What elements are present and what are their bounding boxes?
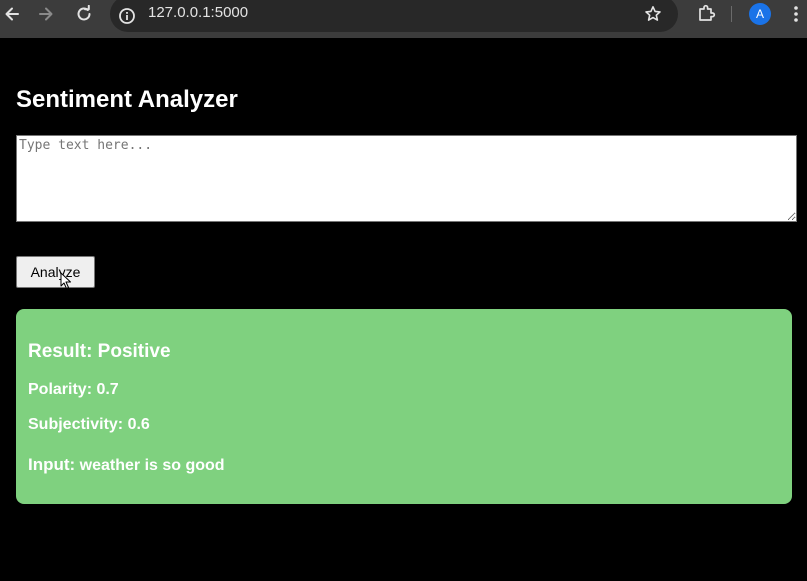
back-arrow-icon xyxy=(5,7,19,21)
polarity-value: Polarity: 0.7 xyxy=(28,381,119,398)
subjectivity-value: Subjectivity: 0.6 xyxy=(28,416,150,433)
page-title: Sentiment Analyzer xyxy=(16,86,238,113)
reload-icon xyxy=(77,5,91,21)
bookmark-star-icon[interactable] xyxy=(644,5,662,23)
input-echo-label: Input: xyxy=(28,455,76,474)
analyze-button[interactable]: Analyze xyxy=(16,256,95,288)
input-echo-text: weather is so good xyxy=(79,457,225,474)
forward-arrow-icon xyxy=(39,7,53,21)
toolbar-divider xyxy=(731,6,732,22)
input-echo: Input: weather is so good xyxy=(28,455,225,475)
result-heading: Result: Positive xyxy=(28,341,171,362)
url-text[interactable]: 127.0.0.1:5000 xyxy=(148,4,248,21)
profile-avatar[interactable]: A xyxy=(749,3,771,25)
reload-button[interactable] xyxy=(72,2,96,26)
site-info-icon[interactable] xyxy=(118,7,136,25)
browser-toolbar: 127.0.0.1:5000 A xyxy=(0,0,807,38)
result-card: Result: Positive Polarity: 0.7 Subjectiv… xyxy=(16,309,792,504)
back-button[interactable] xyxy=(0,2,24,26)
kebab-menu-icon[interactable] xyxy=(788,4,804,24)
address-bar[interactable]: 127.0.0.1:5000 xyxy=(110,0,678,32)
extensions-puzzle-icon[interactable] xyxy=(696,3,716,23)
forward-button[interactable] xyxy=(34,2,58,26)
text-input[interactable] xyxy=(16,135,797,222)
